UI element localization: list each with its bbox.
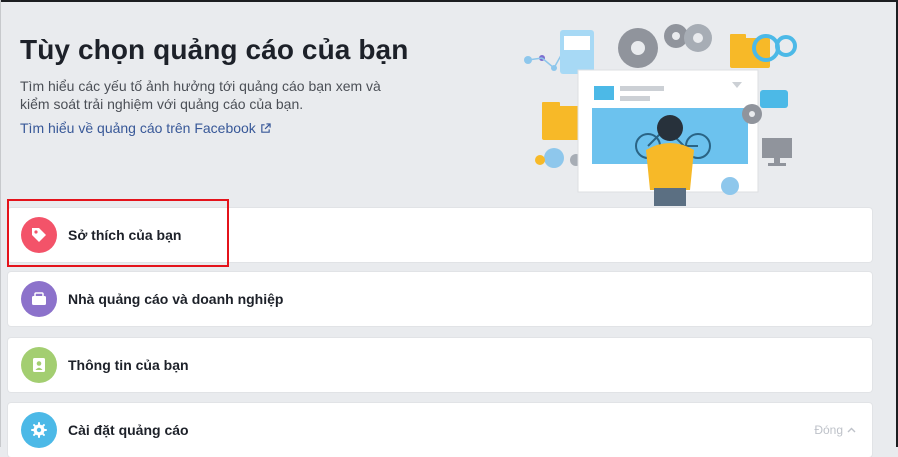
section-label: Nhà quảng cáo và doanh nghiệp	[68, 291, 284, 307]
section-your-information[interactable]: Thông tin của bạn	[8, 338, 872, 392]
window-top-border	[0, 0, 898, 2]
chevron-up-icon	[847, 427, 856, 433]
external-link-icon	[261, 122, 271, 133]
tag-icon	[21, 217, 57, 253]
section-advertisers-and-businesses[interactable]: Nhà quảng cáo và doanh nghiệp	[8, 272, 872, 326]
gear-icon	[21, 412, 57, 448]
briefcase-icon	[21, 281, 57, 317]
section-ad-settings[interactable]: Cài đặt quảng cáo Đóng	[8, 403, 872, 457]
window-left-border	[0, 0, 1, 447]
profile-card-icon	[21, 347, 57, 383]
page-title: Tùy chọn quảng cáo của bạn	[20, 34, 409, 65]
section-label: Thông tin của bạn	[68, 357, 189, 373]
collapse-label: Đóng	[814, 423, 843, 437]
section-label: Sở thích của bạn	[68, 227, 182, 243]
page-description: Tìm hiểu các yếu tố ảnh hưởng tới quảng …	[20, 78, 381, 112]
page-header: Tùy chọn quảng cáo của bạn Tìm hiểu các …	[20, 34, 420, 138]
ad-preferences-illustration	[524, 24, 797, 206]
learn-about-ads-link[interactable]: Tìm hiểu về quảng cáo trên Facebook	[20, 120, 271, 136]
learn-about-ads-label: Tìm hiểu về quảng cáo trên Facebook	[20, 120, 256, 136]
collapse-toggle[interactable]: Đóng	[814, 423, 856, 437]
section-your-interests[interactable]: Sở thích của bạn	[8, 208, 872, 262]
section-label: Cài đặt quảng cáo	[68, 422, 189, 438]
